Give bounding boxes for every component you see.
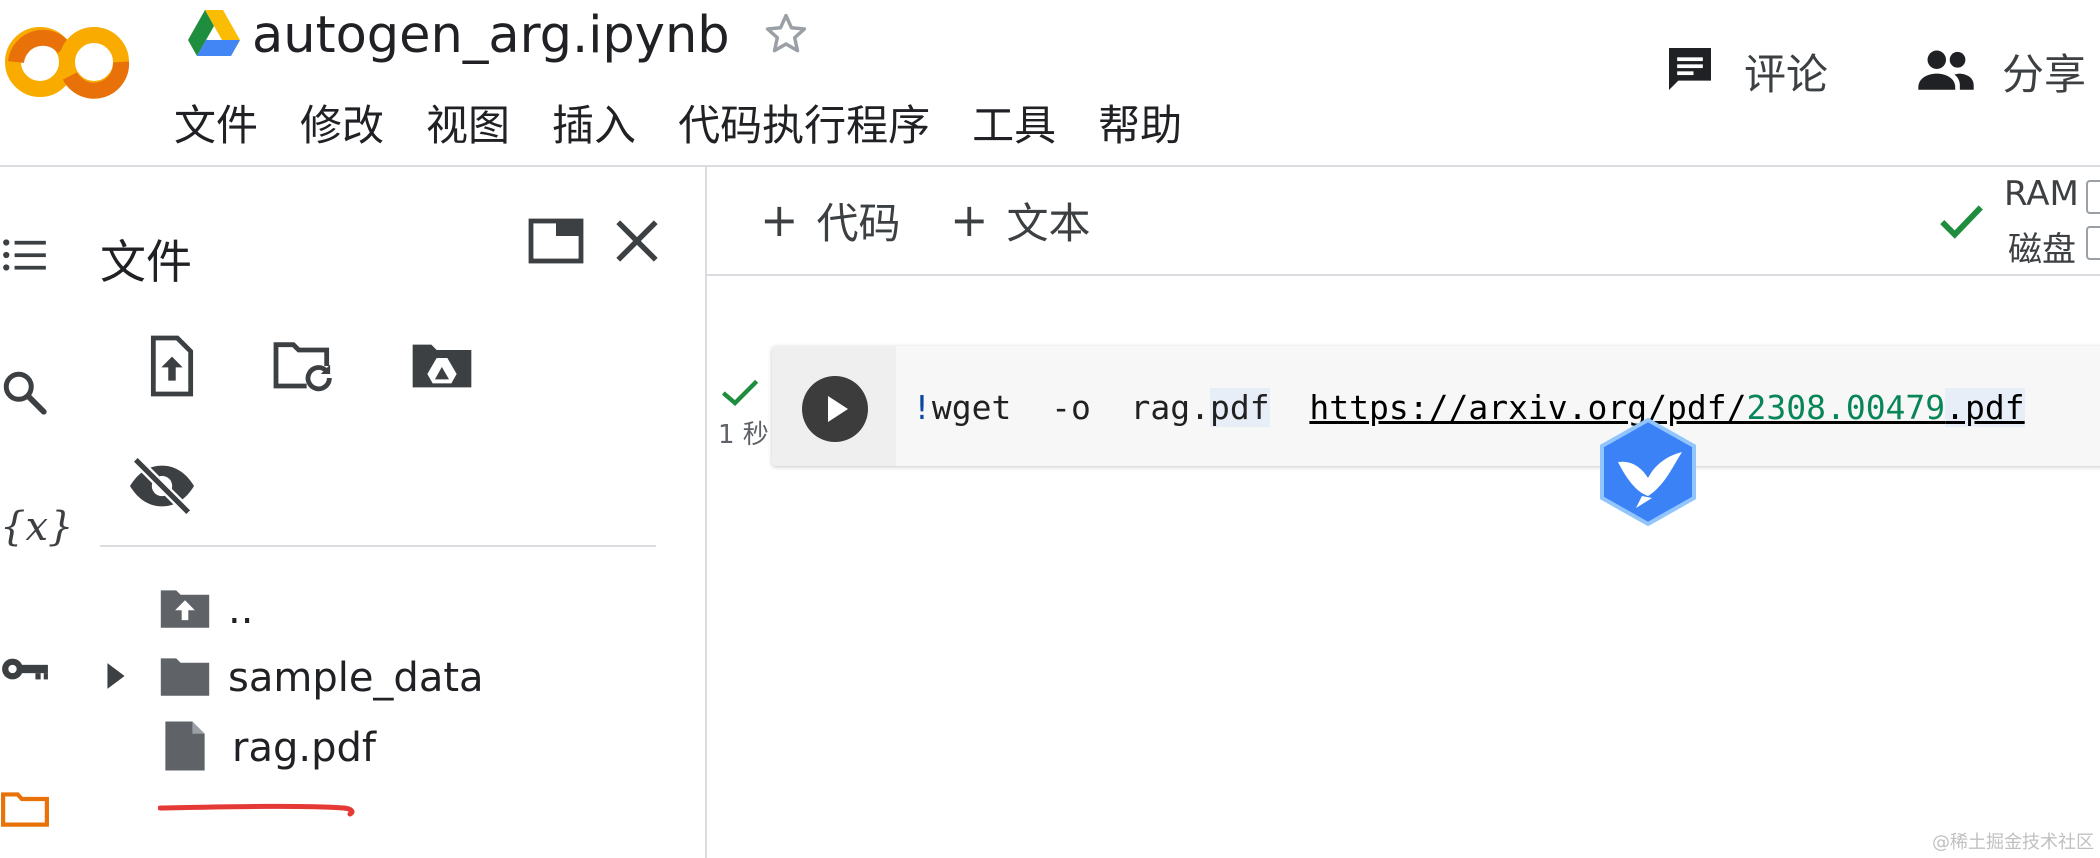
add-text-label: 文本 xyxy=(1006,198,1091,248)
menu-bar: 文件 修改 视图 插入 代码执行程序 工具 帮助 xyxy=(174,92,1224,152)
menu-help[interactable]: 帮助 xyxy=(1098,92,1182,153)
menu-insert[interactable]: 插入 xyxy=(552,92,636,153)
comment-icon xyxy=(1662,41,1718,101)
execution-success-icon xyxy=(720,376,760,410)
mount-drive-icon[interactable] xyxy=(410,334,474,398)
code-url-ext: .pdf xyxy=(1945,388,2025,427)
expand-arrow-icon[interactable] xyxy=(104,661,158,695)
run-cell-button[interactable] xyxy=(802,376,868,442)
disk-meter[interactable] xyxy=(2086,226,2100,260)
add-text-button[interactable]: + 文本 xyxy=(950,190,1091,250)
execution-time: 1 秒 xyxy=(718,420,769,450)
table-of-contents-icon[interactable] xyxy=(0,230,50,280)
red-annotation-underline xyxy=(157,800,358,824)
add-code-button[interactable]: + 代码 xyxy=(760,190,901,250)
code-url-number: 2308.00479 xyxy=(1746,388,1946,427)
parent-folder-icon xyxy=(158,586,214,634)
refresh-folder-icon[interactable] xyxy=(272,334,336,398)
code-editor[interactable]: !wget -o rag.pdf https://arxiv.org/pdf/2… xyxy=(912,380,2025,436)
panel-divider[interactable] xyxy=(705,167,707,858)
share-button[interactable]: 分享 xyxy=(1916,38,2086,104)
google-drive-icon xyxy=(188,10,240,56)
share-label: 分享 xyxy=(2002,49,2087,99)
open-in-new-tab-icon[interactable] xyxy=(528,216,584,266)
play-icon xyxy=(828,396,848,422)
comments-button[interactable]: 评论 xyxy=(1662,38,1828,104)
folder-icon xyxy=(158,654,214,702)
add-code-label: 代码 xyxy=(816,198,901,248)
disk-label[interactable]: 磁盘 xyxy=(2008,222,2076,271)
code-pdf: pdf xyxy=(1210,388,1270,427)
menu-file[interactable]: 文件 xyxy=(174,92,258,153)
ram-label[interactable]: RAM xyxy=(2004,174,2079,214)
hide-files-icon[interactable] xyxy=(126,454,194,518)
variables-icon[interactable]: {x} xyxy=(0,502,73,552)
plus-icon: + xyxy=(760,193,799,247)
menu-view[interactable]: 视图 xyxy=(426,92,510,153)
notebook-title[interactable]: autogen_arg.ipynb xyxy=(252,4,730,68)
menu-edit[interactable]: 修改 xyxy=(300,92,384,153)
upload-file-icon[interactable] xyxy=(140,334,204,398)
close-icon[interactable] xyxy=(612,216,662,266)
menu-runtime[interactable]: 代码执行程序 xyxy=(678,92,930,153)
colab-logo[interactable] xyxy=(4,22,132,102)
bird-extension-icon[interactable] xyxy=(1596,416,1700,528)
people-icon xyxy=(1916,41,1976,101)
tree-label-sample-data: sample_data xyxy=(228,655,484,701)
tree-row-sample-data[interactable]: sample_data xyxy=(104,646,484,710)
ram-meter[interactable] xyxy=(2086,180,2100,214)
code-bang: ! xyxy=(912,388,932,427)
comments-label: 评论 xyxy=(1744,49,1829,99)
tree-label-parent: .. xyxy=(228,587,254,633)
watermark: @稀土掘金技术社区 xyxy=(1932,832,2094,853)
connected-check-icon[interactable] xyxy=(1936,196,1986,246)
tree-row-rag-pdf[interactable]: rag.pdf xyxy=(162,716,376,780)
tree-row-parent[interactable]: .. xyxy=(158,578,253,642)
star-icon[interactable] xyxy=(760,8,812,60)
menu-tools[interactable]: 工具 xyxy=(972,92,1056,153)
plus-icon: + xyxy=(950,193,989,247)
files-panel-title: 文件 xyxy=(100,235,192,289)
file-icon xyxy=(162,719,214,777)
search-icon[interactable] xyxy=(0,368,50,418)
toolbar-divider xyxy=(707,274,2100,276)
header-divider xyxy=(0,165,2100,167)
panel-separator xyxy=(100,545,656,547)
code-command: wget -o rag. xyxy=(931,388,1211,427)
key-icon[interactable] xyxy=(0,644,50,694)
tree-label-rag-pdf: rag.pdf xyxy=(232,725,376,771)
folder-icon[interactable] xyxy=(0,784,50,834)
